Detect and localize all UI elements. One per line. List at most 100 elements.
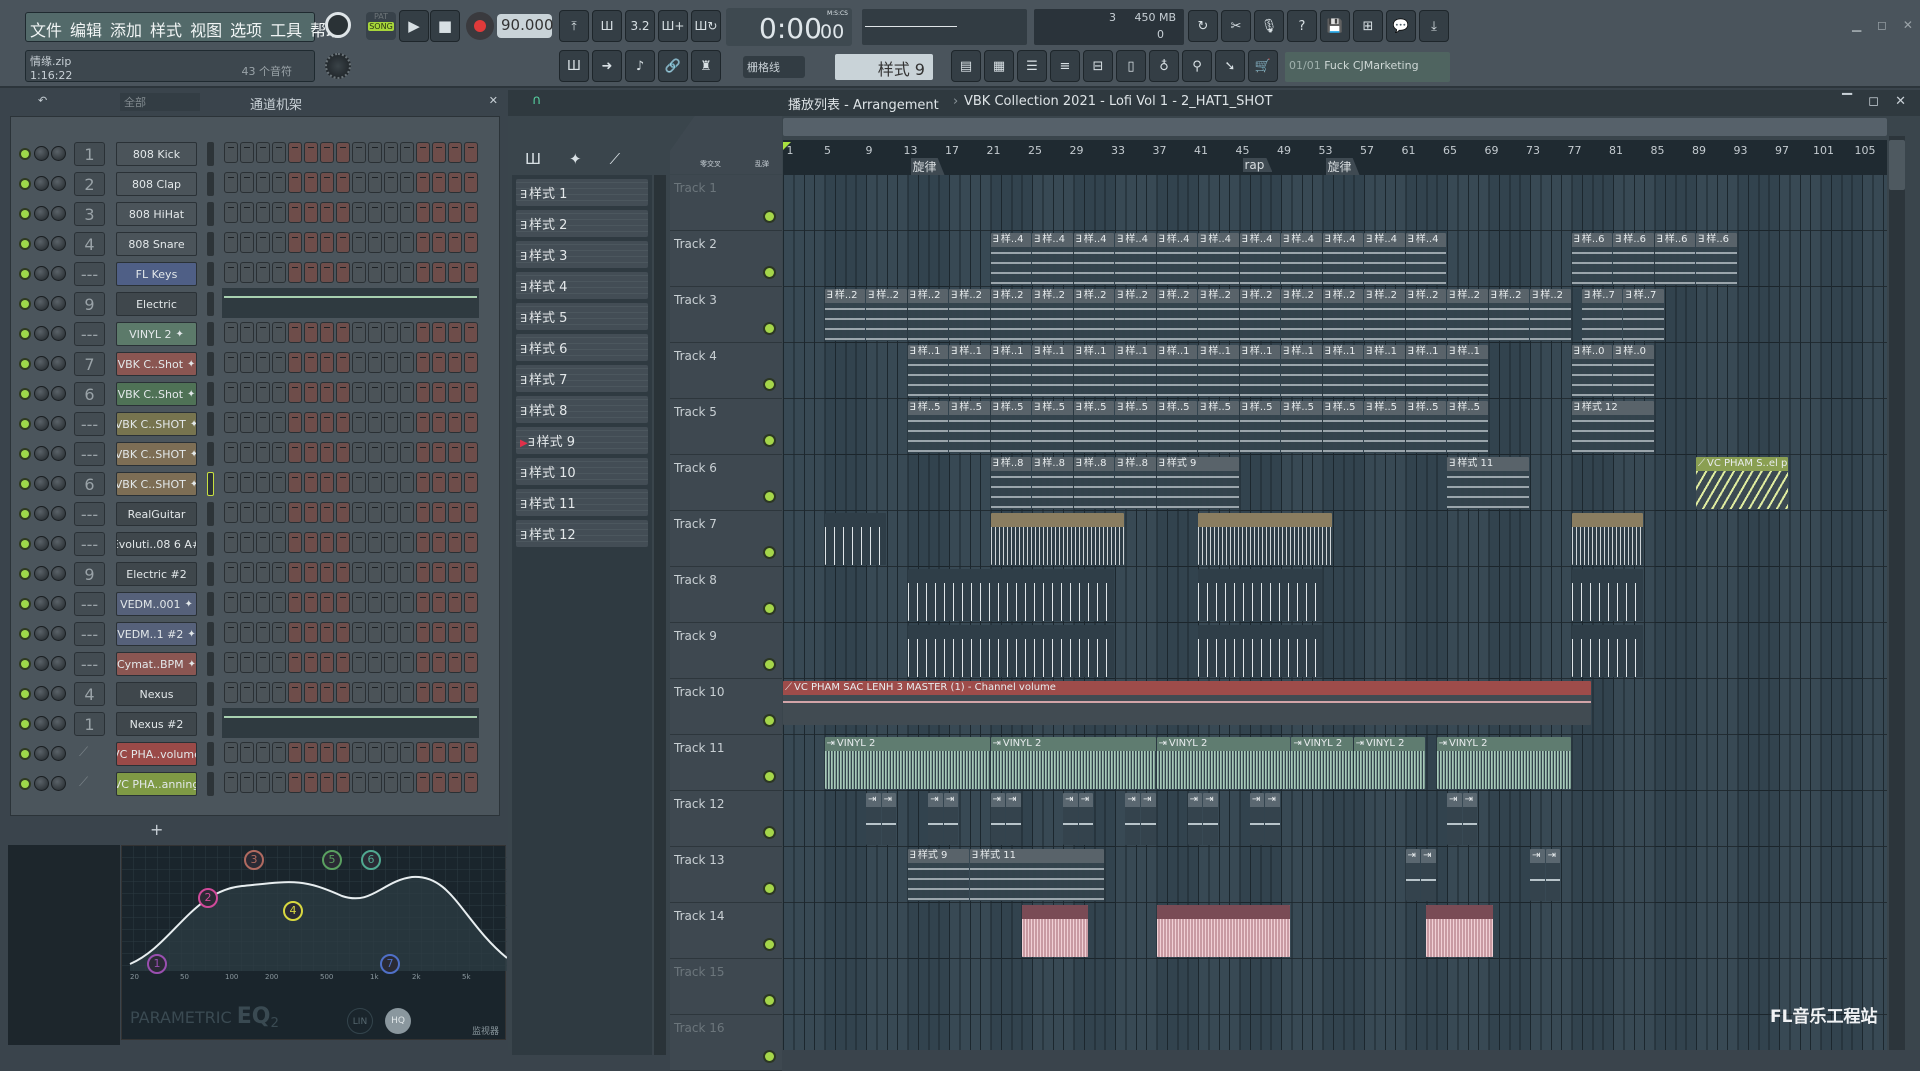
track-header[interactable]: Track 4: [670, 343, 782, 399]
step-button[interactable]: [416, 322, 430, 343]
channel-row[interactable]: --- VBK C..SHOT ✦: [11, 441, 499, 467]
step-button[interactable]: [400, 202, 414, 223]
step-button[interactable]: [432, 232, 446, 253]
track-mute-led[interactable]: [765, 716, 774, 725]
playlist-clip[interactable]: ∃ 样..4: [990, 233, 1031, 285]
playlist-clip[interactable]: ∃ 样..8: [1115, 457, 1156, 509]
step-button[interactable]: [432, 562, 446, 583]
step-button[interactable]: [272, 682, 286, 703]
toolbar-button-icon[interactable]: 💾: [1320, 10, 1350, 42]
channel-row[interactable]: 7 VBK C..Shot ✦: [11, 351, 499, 377]
playlist-clip[interactable]: [990, 513, 1125, 565]
playlist-clip[interactable]: ⇥ VINYL 2: [824, 737, 990, 789]
select-indicator[interactable]: [207, 262, 214, 286]
toolbar-button-icon[interactable]: Ш: [592, 10, 622, 42]
step-button[interactable]: [224, 322, 238, 343]
step-button[interactable]: [432, 322, 446, 343]
step-button[interactable]: [400, 592, 414, 613]
step-button[interactable]: [416, 382, 430, 403]
step-button[interactable]: [320, 622, 334, 643]
pan-knob[interactable]: [34, 686, 49, 701]
step-button[interactable]: [304, 562, 318, 583]
eq-band-handle[interactable]: 1: [147, 954, 167, 974]
news-panel[interactable]: 01/01 Fuck CJMarketing: [1285, 52, 1450, 82]
playlist-clip[interactable]: ⇥ VINYL 2: [1436, 737, 1571, 789]
volume-knob[interactable]: [51, 146, 66, 161]
step-button[interactable]: [384, 772, 398, 793]
playlist-clip[interactable]: ∃ 样..1: [1281, 345, 1322, 397]
channel-name-button[interactable]: VBK C..SHOT ✦: [116, 412, 197, 436]
playlist-clip[interactable]: ∃ 样..2: [907, 289, 948, 341]
step-button[interactable]: [432, 502, 446, 523]
step-button[interactable]: [432, 202, 446, 223]
step-button[interactable]: [272, 412, 286, 433]
channel-name-button[interactable]: VC PHA..volume: [116, 742, 197, 766]
master-pitch-knob[interactable]: [325, 53, 351, 79]
pattern-item[interactable]: ∃ 样式 10: [516, 458, 648, 485]
channel-row[interactable]: --- VINYL 2 ✦: [11, 321, 499, 347]
step-button[interactable]: [288, 562, 302, 583]
toolbar-button-icon[interactable]: ⤒: [559, 10, 589, 42]
toolbar-button-icon[interactable]: 3.2: [625, 10, 655, 42]
step-button[interactable]: [384, 532, 398, 553]
playlist-clip[interactable]: ⟋VC PHAM S..el panning: [1696, 457, 1789, 509]
step-button[interactable]: [352, 742, 366, 763]
step-button[interactable]: [272, 532, 286, 553]
playlist-clip[interactable]: ∃ 样..2: [949, 289, 990, 341]
pan-knob[interactable]: [34, 146, 49, 161]
step-button[interactable]: [272, 622, 286, 643]
channel-row[interactable]: --- Evoluti..08 6 A#: [11, 531, 499, 557]
step-button[interactable]: [304, 382, 318, 403]
eq-band-handle[interactable]: 2: [198, 888, 218, 908]
playlist-clip[interactable]: ⇥: [1006, 793, 1021, 845]
select-indicator[interactable]: [207, 682, 214, 706]
step-button[interactable]: [336, 592, 350, 613]
playlist-clip[interactable]: ∃ 样..1: [1115, 345, 1156, 397]
step-button[interactable]: [432, 652, 446, 673]
step-button[interactable]: [448, 232, 462, 253]
step-button[interactable]: [416, 472, 430, 493]
step-button[interactable]: [336, 232, 350, 253]
channel-row[interactable]: 4 Nexus: [11, 681, 499, 707]
step-button[interactable]: [224, 172, 238, 193]
step-button[interactable]: [320, 592, 334, 613]
step-button[interactable]: [384, 322, 398, 343]
playlist-clip[interactable]: ⇥: [1530, 849, 1545, 901]
step-button[interactable]: [368, 592, 382, 613]
step-button[interactable]: [416, 202, 430, 223]
channel-row[interactable]: --- VEDM..1 #2 ✦: [11, 621, 499, 647]
volume-knob[interactable]: [51, 266, 66, 281]
step-button[interactable]: [320, 772, 334, 793]
playlist-clip[interactable]: ⇥: [1462, 793, 1478, 845]
pattern-selector[interactable]: 样式 9: [835, 54, 933, 80]
vertical-scrollbar[interactable]: [1889, 136, 1905, 1050]
step-button[interactable]: [320, 352, 334, 373]
step-button[interactable]: [400, 412, 414, 433]
step-button[interactable]: [384, 382, 398, 403]
step-button[interactable]: [336, 532, 350, 553]
step-button[interactable]: [432, 142, 446, 163]
toolbar-button-icon[interactable]: ✂: [1221, 10, 1251, 42]
channel-row[interactable]: 6 VBK C..Shot ✦: [11, 381, 499, 407]
window-icon[interactable]: ♁: [1149, 50, 1179, 82]
step-button[interactable]: [416, 592, 430, 613]
pattern-item[interactable]: ∃ 样式 1: [516, 179, 648, 206]
step-button[interactable]: [432, 682, 446, 703]
pattern-item[interactable]: ▶∃ 样式 9: [516, 427, 648, 454]
step-button[interactable]: [272, 202, 286, 223]
step-button[interactable]: [304, 532, 318, 553]
playlist-clip[interactable]: ⇥: [928, 793, 943, 845]
playlist-clip[interactable]: ∃ 样..6: [1654, 233, 1695, 285]
playlist-clip[interactable]: [824, 513, 886, 565]
step-button[interactable]: [464, 442, 478, 463]
step-button[interactable]: [432, 412, 446, 433]
tool-icon[interactable]: Ш: [559, 50, 589, 82]
playlist-clip[interactable]: [1571, 569, 1644, 621]
step-button[interactable]: [256, 622, 270, 643]
step-button[interactable]: [352, 232, 366, 253]
step-button[interactable]: [224, 202, 238, 223]
step-button[interactable]: [304, 352, 318, 373]
tempo-display[interactable]: 90.000: [497, 14, 554, 38]
channel-name-button[interactable]: VC PHA..anning: [116, 772, 197, 796]
menu-0[interactable]: 文件: [30, 21, 62, 40]
